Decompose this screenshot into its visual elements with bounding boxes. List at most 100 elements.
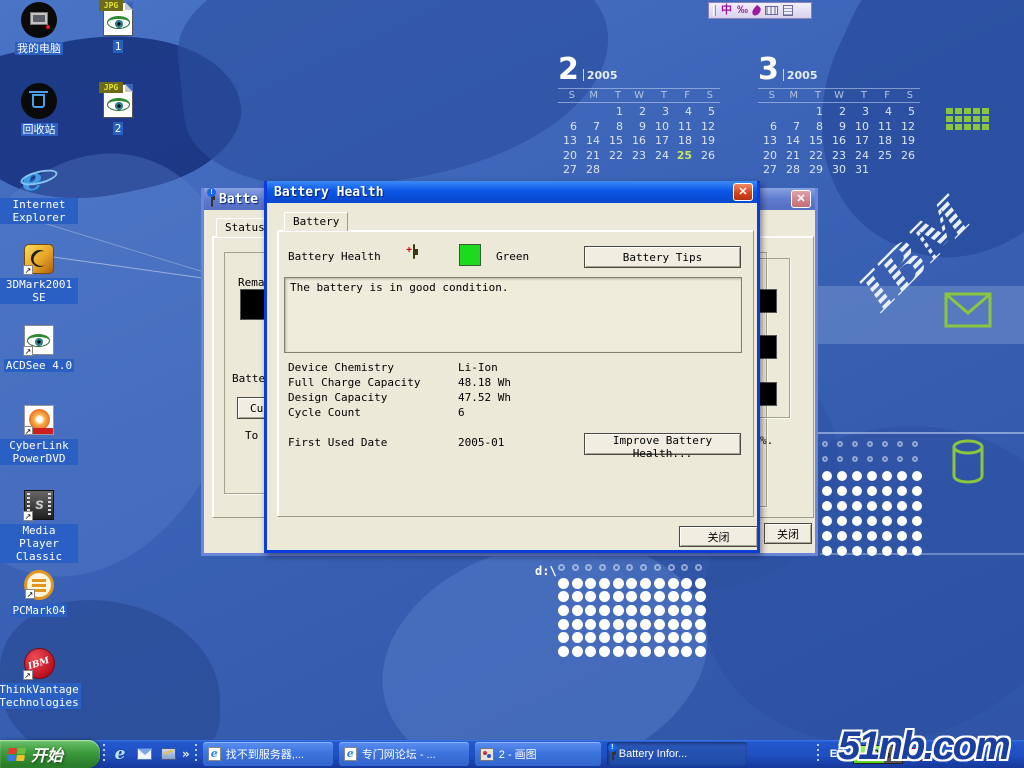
decor-dot: [572, 632, 583, 643]
decor-dot: [822, 486, 832, 496]
decor-dot: [852, 456, 858, 462]
decor-dot: [837, 501, 847, 511]
decor-dot: [897, 501, 907, 511]
desktop-icon-my-computer[interactable]: 我的电脑: [0, 2, 78, 55]
taskbar-item-battery-information[interactable]: ! Battery Infor...: [607, 742, 747, 766]
decor-dot: [882, 501, 892, 511]
decor-dot: [867, 486, 877, 496]
ime-brush-icon[interactable]: [751, 4, 763, 16]
calendar-day: 27: [558, 163, 581, 178]
decor-dot: [852, 471, 862, 481]
ime-language-bar[interactable]: 中 ‰: [708, 2, 812, 19]
calendar-weekday: S: [696, 90, 719, 101]
decor-dot: [626, 605, 637, 616]
decor-dot: [654, 646, 665, 657]
decor-dot: [852, 516, 862, 526]
decor-dot: [852, 441, 858, 447]
close-icon[interactable]: ✕: [733, 183, 753, 201]
decor-dot: [585, 646, 596, 657]
shortcut-arrow-icon: ↗: [23, 346, 33, 356]
calendar-weekday-row: SMTWTFS: [758, 88, 920, 103]
calendar-day: 1: [604, 105, 627, 120]
start-label: 开始: [31, 742, 63, 766]
desktop-icon-thinkvantage[interactable]: IBM↗ ThinkVantage Technologies: [0, 648, 78, 709]
decor-dot: [558, 578, 569, 589]
health-status-swatch: [459, 244, 481, 266]
decor-dot: [912, 516, 922, 526]
desktop-icon-acdsee[interactable]: ↗ ACDSee 4.0: [0, 325, 78, 372]
grid-icon: [946, 108, 989, 130]
toolbar-grip[interactable]: [103, 744, 105, 764]
calendar-day: 21: [581, 149, 604, 164]
toolbar-grip[interactable]: [195, 744, 197, 764]
envelope-icon: [944, 292, 992, 328]
desktop-icon-media-player-classic[interactable]: s↗ Media Player Classic: [0, 490, 78, 563]
calendar-day: 16: [627, 134, 650, 149]
desktop-icon-jpg-1[interactable]: JPG 1: [92, 2, 144, 53]
desktop-icon-jpg-2[interactable]: JPG 2: [92, 84, 144, 135]
ime-fullwidth-icon[interactable]: ‰: [737, 5, 748, 16]
calendar-day: 13: [558, 134, 581, 149]
calendar-day: 5: [696, 105, 719, 120]
calendar-day-grid: 1234567891011121314151617181920212223242…: [558, 105, 720, 178]
quicklaunch-show-desktop-icon[interactable]: [158, 744, 178, 764]
decor-dot: [572, 591, 583, 602]
calendar-day: 22: [604, 149, 627, 164]
ime-keyboard-icon[interactable]: [765, 6, 778, 15]
decor-dot: [852, 546, 862, 556]
decor-dot: [695, 578, 706, 589]
tab-battery[interactable]: Battery: [284, 212, 348, 231]
info-value: 6: [458, 406, 465, 419]
ie-page-icon: [208, 747, 221, 761]
desktop-icon-recycle-bin[interactable]: 回收站: [0, 83, 78, 136]
tray-red-icon[interactable]: [909, 748, 922, 761]
internet-explorer-icon: e: [22, 160, 56, 194]
close-button[interactable]: 关闭: [679, 526, 758, 547]
start-button[interactable]: 开始: [0, 740, 100, 768]
desktop-icon-powerdvd[interactable]: ↗ CyberLink PowerDVD: [0, 405, 78, 465]
calendar-day: 19: [896, 134, 919, 149]
taskbar: 开始 e » 找不到服务器,... 专门网论坛 - ... 2 - 画图 ! B…: [0, 740, 1024, 768]
calendar-day: 11: [873, 120, 896, 135]
decor-dot: [912, 441, 918, 447]
desktop-icon-pcmark04[interactable]: ↗ PCMark04: [0, 570, 78, 617]
decor-dot: [681, 619, 692, 630]
3dmark-icon: ↗: [24, 244, 54, 274]
quicklaunch-outlook-express-icon[interactable]: [134, 744, 154, 764]
decor-dot: [585, 564, 592, 571]
chevron-icon[interactable]: »: [182, 747, 190, 761]
calendar-day: 29: [804, 163, 827, 178]
calendar-day: 20: [758, 149, 781, 164]
ime-chinese-icon[interactable]: 中: [721, 5, 732, 16]
decor-dot: [695, 646, 706, 657]
decor-dot: [897, 456, 903, 462]
desktop-icon-3dmark2001[interactable]: ↗ 3DMark2001 SE: [0, 244, 78, 304]
battery-tips-button[interactable]: Battery Tips: [584, 246, 741, 268]
calendar-day: 1: [804, 105, 827, 120]
decor-dot: [822, 471, 832, 481]
decor-dot: [654, 591, 665, 602]
improve-battery-health-button[interactable]: Improve Battery Health...: [584, 433, 741, 455]
taskbar-item-ie-1[interactable]: 找不到服务器,...: [203, 742, 333, 766]
calendar-day: 8: [804, 120, 827, 135]
decor-dot: [558, 646, 569, 657]
battery-health-titlebar[interactable]: Battery Health ✕: [267, 181, 757, 203]
ime-menu-icon[interactable]: [783, 5, 793, 16]
close-icon[interactable]: ✕: [791, 190, 811, 208]
condition-textbox[interactable]: The battery is in good condition.: [284, 277, 742, 353]
ime-grip-handle[interactable]: [713, 5, 716, 16]
language-indicator[interactable]: EN: [822, 748, 853, 760]
taskbar-item-ie-2[interactable]: 专门网论坛 - ...: [339, 742, 469, 766]
quicklaunch-ie-icon[interactable]: e: [110, 744, 130, 764]
desktop-icon-internet-explorer[interactable]: e Internet Explorer: [0, 160, 78, 224]
close-button[interactable]: 关闭: [764, 523, 812, 544]
cylinder-icon: [950, 438, 986, 486]
calendar-day: 19: [696, 134, 719, 149]
battery-health-dialog[interactable]: Battery Health ✕ Battery Battery Health …: [264, 181, 760, 553]
taskbar-item-paint[interactable]: 2 - 画图: [475, 742, 601, 766]
tray-battery-meter[interactable]: 58%: [853, 745, 903, 764]
decor-dot: [613, 632, 624, 643]
decor-dot: [837, 516, 847, 526]
battery-label: Batte: [232, 372, 265, 385]
info-label: Cycle Count: [288, 406, 361, 419]
